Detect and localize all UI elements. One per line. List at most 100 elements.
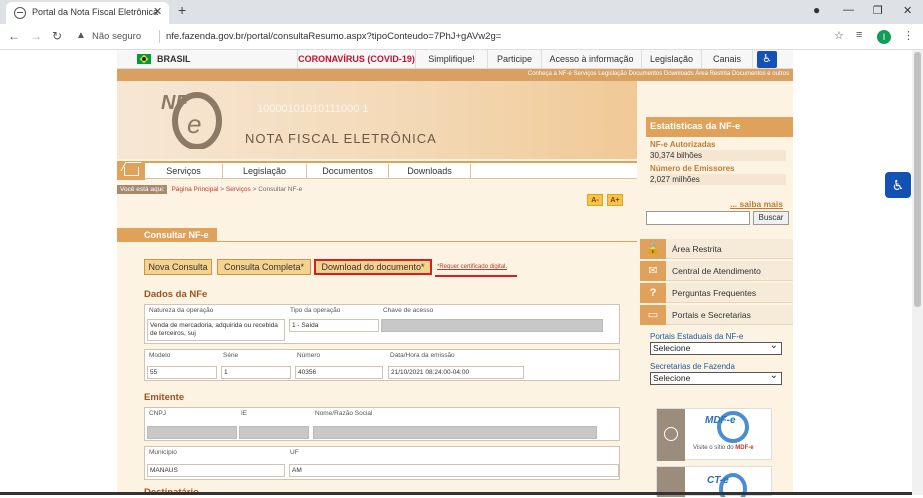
scrollbar-thumb[interactable] [914,52,921,307]
gov-link-simplifique[interactable]: Simplifique! [415,50,487,69]
emissores-label: Número de Emissores [650,164,735,173]
banner-title: NOTA FISCAL ELETRÔNICA [245,131,437,146]
modelo-value: 55 [147,366,217,379]
divider [159,30,160,43]
full-query-button[interactable]: Consulta Completa* [217,259,311,275]
reading-list-icon[interactable]: ≡ [856,29,862,41]
emissores-value: 2,027 milhões [650,174,786,185]
sidebar-item-label: Perguntas Frequentes [672,288,757,298]
accessibility-icon[interactable]: ♿ [757,51,777,68]
tab-title: Portal da Nota Fiscal Eletrônica [32,7,159,17]
reload-icon[interactable]: ↻ [52,29,62,43]
secretarias-select-label: Secretarias de Fazenda [650,362,735,371]
breadcrumb: Você está aqui: Página Principal > Serviç… [117,185,303,196]
menu-item-legislacao[interactable]: Legislação [223,164,307,179]
top-links[interactable]: Conheça a NF-e Serviços Legislação Docum… [528,71,789,77]
browser-tab[interactable]: Portal da Nota Fiscal Eletrônica ✕ [6,2,169,24]
profile-menu-icon[interactable]: ● [813,3,820,17]
close-tab-icon[interactable]: ✕ [153,5,162,18]
sidebar-item-label: Área Restrita [672,244,722,254]
gov-link-canais[interactable]: Canais [701,50,753,69]
restore-icon[interactable]: ❐ [873,4,883,17]
font-increase-button[interactable]: A+ [607,194,623,206]
gov-link-acesso[interactable]: Acesso à informação [541,50,641,69]
menu-item-documentos[interactable]: Documentos [307,164,389,179]
gov-bar: BRASIL CORONAVÍRUS (COVID-19) Simplifiqu… [117,50,793,69]
close-window-icon[interactable]: ✕ [903,4,912,17]
autorizadas-value: 30,374 bilhões [650,150,786,161]
svg-text:NF: NF [161,92,188,114]
search-input[interactable] [646,211,750,225]
nome-label: Nome/Razão Social [315,410,373,417]
stats-title: Estatísticas da NF-e [646,117,793,137]
gov-brand[interactable]: BRASIL [157,54,191,64]
portais-select-label: Portais Estaduais da NF-e [650,332,744,341]
modelo-label: Modelo [149,352,171,359]
breadcrumb-current: Consultar NF-e [258,186,303,193]
sidebar-item-atendimento[interactable]: ✉ Central de Atendimento [640,261,793,281]
saiba-mais-link[interactable]: ... saiba mais [730,199,783,209]
home-icon[interactable] [117,161,145,180]
sidebar: Estatísticas da NF-e NF-e Autorizadas 30… [640,81,793,497]
natureza-label: Natureza da operação [149,307,214,314]
warning-icon[interactable]: ▲ [76,30,86,41]
tipo-label: Tipo da operação [290,307,341,314]
breadcrumb-servicos[interactable]: Serviços [226,186,251,193]
data-label: Data/Hora da emissão [390,352,455,359]
accessibility-widget-icon[interactable]: ♿ [885,172,911,198]
section-title: Consultar NF-e [117,228,217,242]
search-button[interactable]: Buscar [753,211,789,225]
back-icon[interactable]: ← [8,29,20,43]
uf-label: UF [290,449,299,456]
globe-icon [657,409,685,461]
brazil-flag-icon [137,54,151,64]
kebab-menu-icon[interactable]: ⋮ [903,29,914,42]
secretarias-select[interactable]: Selecione [650,370,782,385]
browser-tab-bar: Portal da Nota Fiscal Eletrônica ✕ + ● —… [0,0,923,24]
sidebar-item-perguntas[interactable]: ? Perguntas Frequentes [640,283,793,303]
avatar[interactable]: I [877,30,891,44]
section-heading-emitente: Emitente [144,392,185,403]
bookmark-star-icon[interactable]: ☆ [834,29,844,42]
new-query-button[interactable]: Nova Consulta [144,259,212,275]
banner-binary: 10000101010111000 1 [257,103,369,115]
gov-link-covid[interactable]: CORONAVÍRUS (COVID-19) [297,50,415,69]
font-decrease-button[interactable]: A- [587,194,603,206]
dados-box-2: Modelo Série Número Data/Hora da emissão… [144,349,620,381]
sidebar-item-portais[interactable]: ▭ Portais e Secretarias [640,305,793,325]
breadcrumb-label: Você está aqui: [117,185,168,194]
forward-icon[interactable]: → [30,29,42,43]
minimize-icon[interactable]: — [843,4,854,16]
mdfe-caption: Visite o sítio do MDF-e [693,445,754,451]
serie-label: Série [223,352,239,359]
sidebar-item-area-restrita[interactable]: 🔒 Área Restrita [640,239,793,259]
new-tab-icon[interactable]: + [178,2,186,18]
sidebar-item-label: Portais e Secretarias [672,310,751,320]
numero-value: 40356 [295,366,383,379]
emitente-box-1: CNPJ IE Nome/Razão Social [144,407,620,441]
cnpj-value-redacted [147,426,237,439]
breadcrumb-home[interactable]: Página Principal [171,186,218,193]
window-controls: ● — ❐ ✕ [813,0,923,24]
page-content: Conheça a NF-e Serviços Legislação Docum… [117,69,793,498]
natureza-value: Venda de mercadoria, adquirida ou recebi… [147,319,285,341]
mdfe-promo-banner[interactable]: MDF-e Visite o sítio do MDF-e [656,408,772,461]
font-size-controls: A- A+ [583,194,623,206]
cnpj-label: CNPJ [149,410,166,417]
portais-select[interactable]: Selecione [650,340,782,355]
address-bar: ← → ↻ ▲ Não seguro nfe.fazenda.gov.br/po… [0,24,923,50]
url-text[interactable]: nfe.fazenda.gov.br/portal/consultaResumo… [166,31,501,42]
question-icon: ? [640,283,666,303]
gov-link-participe[interactable]: Participe [487,50,541,69]
menu-item-downloads[interactable]: Downloads [389,164,471,179]
menu-item-servicos[interactable]: Serviços [145,164,223,179]
uf-value: AM [289,464,619,477]
url-field[interactable]: ▲ Não seguro nfe.fazenda.gov.br/portal/c… [72,27,822,47]
gov-link-legislacao[interactable]: Legislação [641,50,701,69]
divider [117,241,637,242]
download-document-button[interactable]: Download do documento* [314,259,432,275]
mdfe-logo-icon: MDF-e [705,411,749,443]
mail-icon: ✉ [640,261,666,281]
nome-value-redacted [313,426,597,439]
scrollbar[interactable] [912,50,923,495]
